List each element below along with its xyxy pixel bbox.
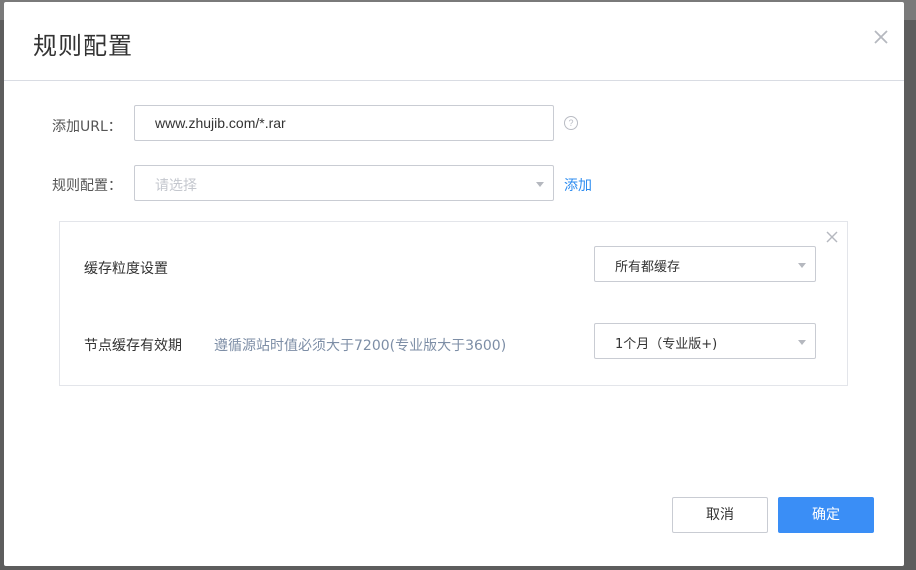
dialog-title: 规则配置	[33, 32, 133, 60]
rule-config-placeholder: 请选择	[155, 178, 197, 194]
dialog-header: 规则配置	[4, 2, 904, 81]
chevron-down-icon	[536, 182, 544, 187]
cancel-button[interactable]: 取消	[672, 497, 768, 533]
url-label: 添加URL：	[52, 119, 122, 135]
url-input[interactable]: www.zhujib.com/*.rar	[134, 105, 554, 141]
chevron-down-icon	[798, 263, 806, 268]
rule-config-dialog: 规则配置 添加URL： www.zhujib.com/*.rar ? 规则配置：…	[4, 2, 904, 566]
node-cache-ttl-label: 节点缓存有效期	[84, 338, 182, 354]
chevron-down-icon	[798, 340, 806, 345]
rule-config-select[interactable]: 请选择	[134, 165, 554, 201]
confirm-button[interactable]: 确定	[778, 497, 874, 533]
node-cache-ttl-hint: 遵循源站时值必须大于7200(专业版大于3600)	[214, 338, 507, 354]
close-icon[interactable]	[870, 26, 892, 48]
node-cache-ttl-select[interactable]: 1个月（专业版+)	[594, 323, 816, 359]
url-input-value: www.zhujib.com/*.rar	[155, 115, 286, 131]
rule-panel: 缓存粒度设置 所有都缓存 节点缓存有效期 遵循源站时值必须大于7200(专业版大…	[59, 221, 848, 386]
node-cache-ttl-value: 1个月（专业版+)	[615, 337, 718, 352]
rule-config-label: 规则配置：	[52, 178, 122, 194]
cache-granularity-select[interactable]: 所有都缓存	[594, 246, 816, 282]
cache-granularity-label: 缓存粒度设置	[84, 261, 168, 277]
cache-granularity-value: 所有都缓存	[615, 260, 681, 275]
remove-rule-icon[interactable]	[825, 230, 839, 244]
add-rule-link[interactable]: 添加	[564, 175, 592, 195]
question-circle-icon[interactable]: ?	[564, 116, 578, 130]
